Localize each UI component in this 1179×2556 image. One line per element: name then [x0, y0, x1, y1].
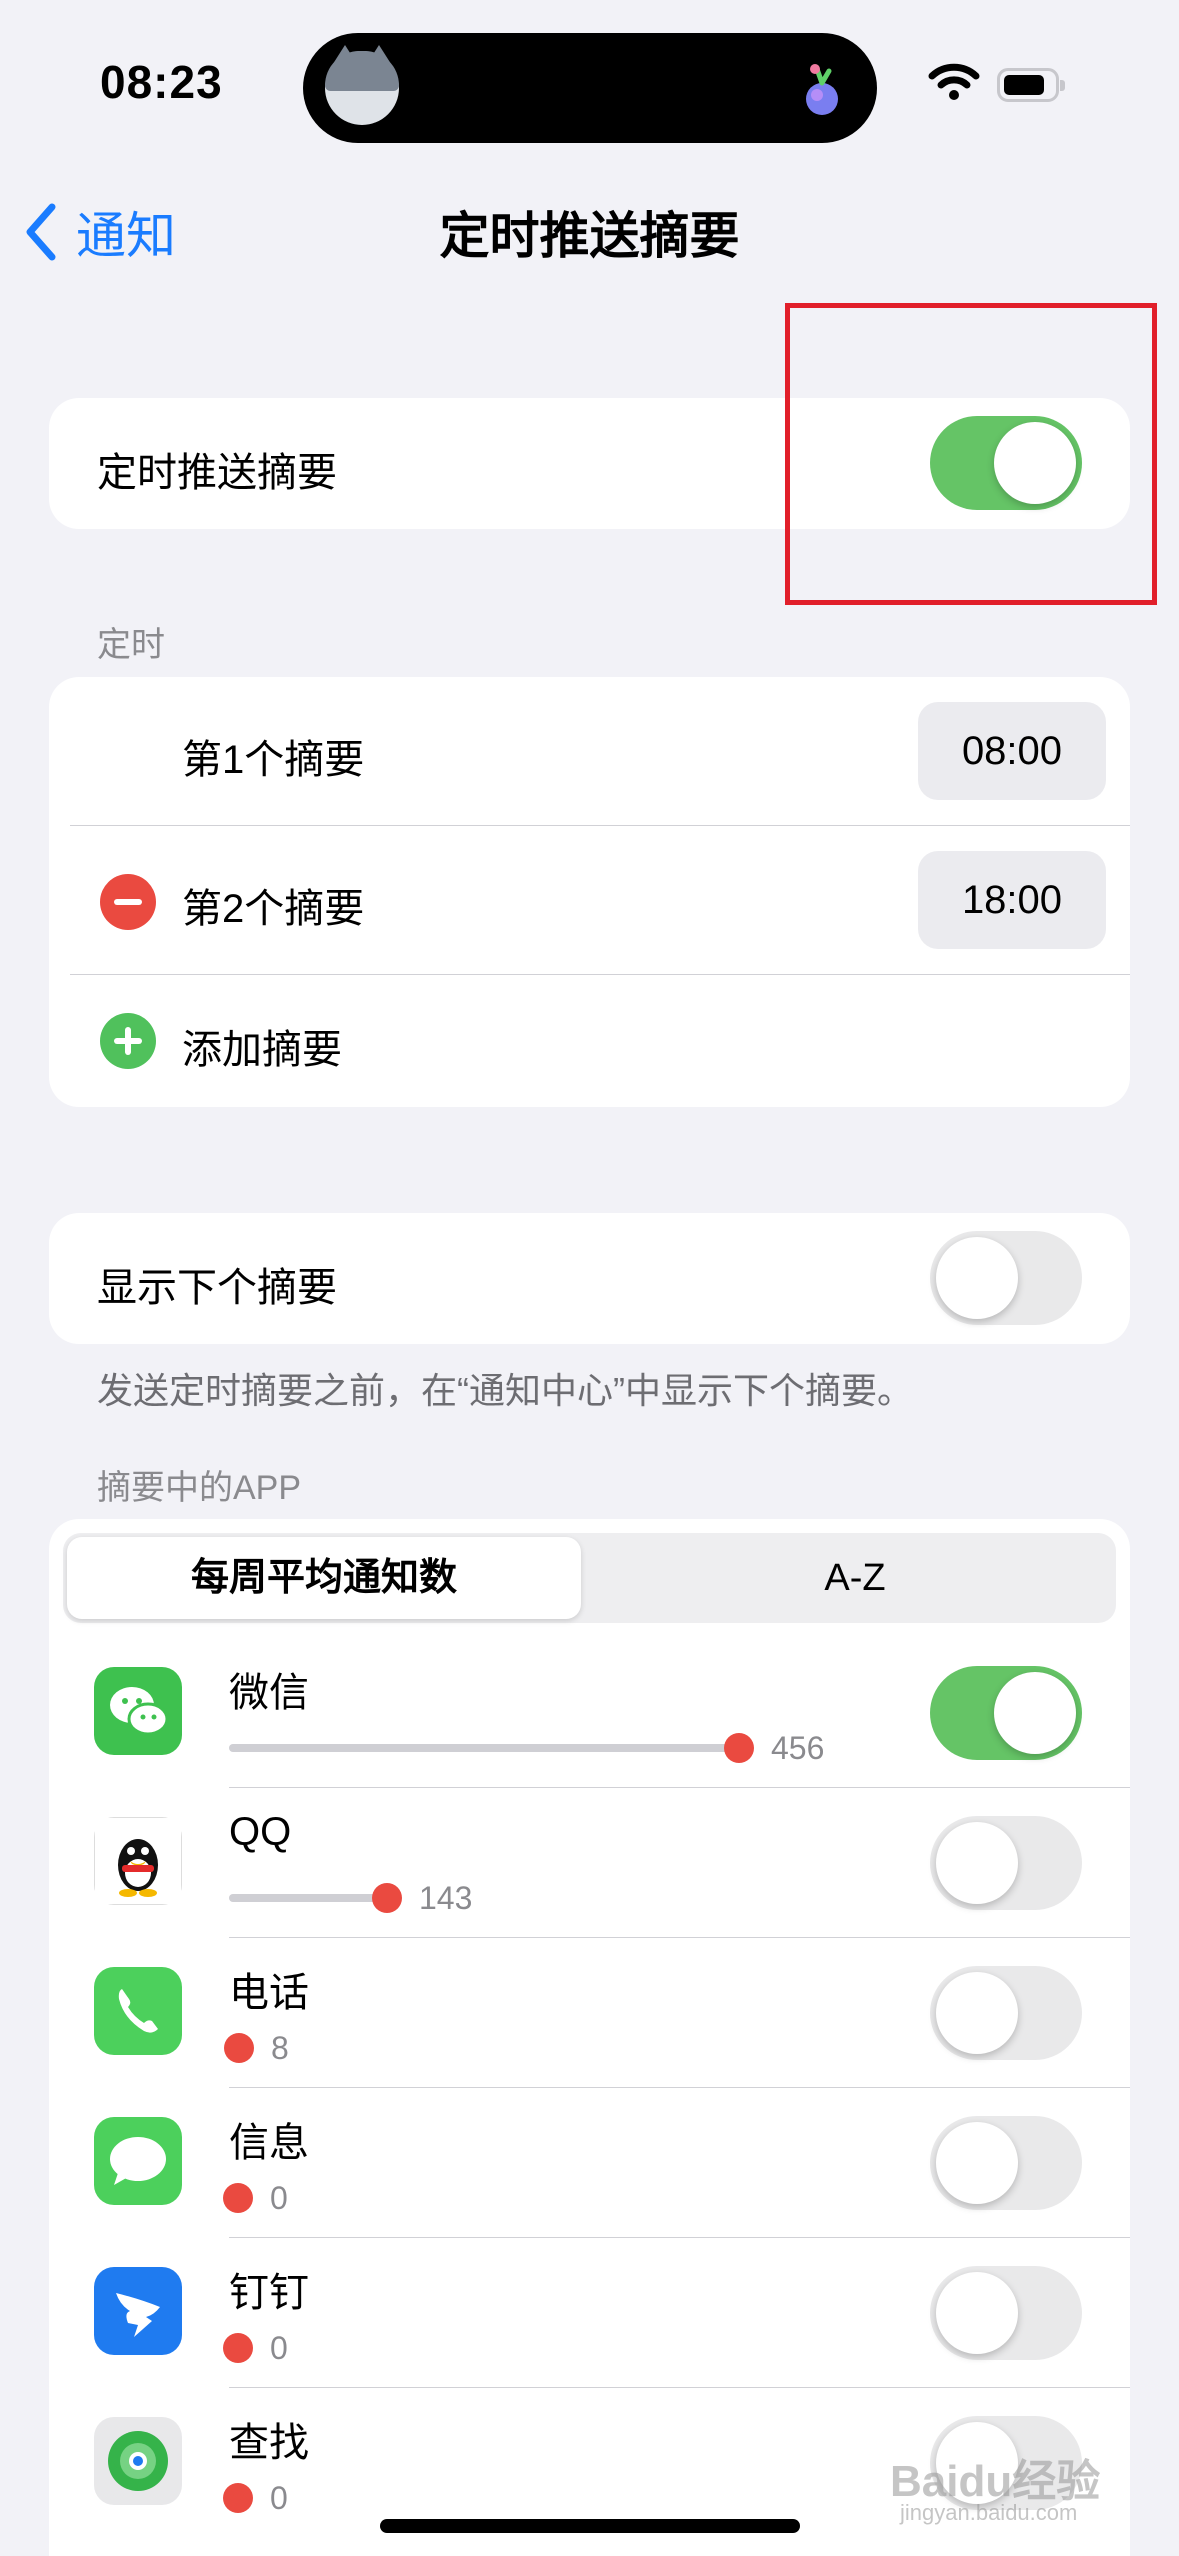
summary-1-time-button[interactable]: 08:00 [918, 702, 1106, 800]
add-summary-label: 添加摘要 [182, 1028, 342, 1072]
app-name: 微信 [229, 1671, 309, 1715]
app-name: 电话 [229, 1971, 309, 2015]
app-row: 电话 8 [49, 1938, 1130, 2088]
dingtalk-icon [94, 2267, 182, 2355]
home-indicator [380, 2519, 800, 2533]
segment-weekly-average[interactable]: 每周平均通知数 [67, 1537, 581, 1619]
phone-icon [94, 1967, 182, 2055]
notification-count-dot [372, 1883, 402, 1913]
next-summary-footnote: 发送定时摘要之前，在“通知中心”中显示下个摘要。 [97, 1370, 913, 1411]
sort-segmented-control: 每周平均通知数 A-Z [63, 1533, 1116, 1623]
app-name: QQ [229, 1810, 292, 1854]
page-title: 定时推送摘要 [439, 208, 740, 264]
battery-icon [997, 68, 1065, 102]
notification-count-bar [229, 1744, 739, 1752]
segment-a-z[interactable]: A-Z [598, 1537, 1112, 1619]
app-row: 微信 456 [49, 1638, 1130, 1788]
app-summary-toggle[interactable] [930, 1966, 1082, 2060]
notification-count-dot [724, 1733, 754, 1763]
wifi-icon [928, 63, 980, 100]
apps-group: 每周平均通知数 A-Z 微信 456 QQ 143 电话 8 信息 0 钉钉 0 查找 0 [49, 1519, 1130, 2556]
schedule-section-header: 定时 [97, 626, 165, 664]
status-time: 08:23 [100, 56, 223, 108]
watermark-url: jingyan.baidu.com [900, 2500, 1078, 2525]
summary-1-label: 第1个摘要 [182, 738, 365, 782]
cat-avatar-icon [325, 45, 399, 125]
add-summary-row[interactable]: 添加摘要 [49, 975, 1130, 1107]
notification-count-value: 0 [270, 2180, 288, 2216]
dynamic-island [303, 33, 877, 143]
summary-2-time-button[interactable]: 18:00 [918, 851, 1106, 949]
app-summary-toggle[interactable] [930, 2266, 1082, 2360]
notification-count-dot [223, 2483, 253, 2513]
back-label: 通知 [76, 208, 176, 264]
notification-count-dot [224, 2033, 254, 2063]
chevron-left-icon [26, 203, 56, 261]
notification-count-value: 0 [270, 2330, 288, 2366]
notification-count-value: 143 [419, 1880, 473, 1916]
app-row: 信息 0 [49, 2088, 1130, 2238]
back-button[interactable]: 通知 [24, 196, 176, 268]
remove-summary-2-button[interactable] [100, 874, 156, 930]
app-summary-toggle[interactable] [930, 2116, 1082, 2210]
summary-row-2: 第2个摘要 18:00 [49, 826, 1130, 974]
notification-count-dot [223, 2183, 253, 2213]
app-row: QQ 143 [49, 1788, 1130, 1938]
next-summary-label: 显示下个摘要 [97, 1266, 337, 1310]
app-name: 查找 [229, 2421, 309, 2465]
planet-icon [806, 64, 838, 115]
notification-count-value: 8 [271, 2030, 289, 2066]
schedule-group: 第1个摘要 08:00 第2个摘要 18:00 添加摘要 [49, 677, 1130, 1107]
summary-2-label: 第2个摘要 [182, 887, 365, 931]
app-summary-toggle[interactable] [930, 1816, 1082, 1910]
messages-icon [94, 2117, 182, 2205]
app-name: 钉钉 [229, 2271, 309, 2315]
apps-section-header: 摘要中的APP [97, 1469, 302, 1507]
wechat-icon [94, 1667, 182, 1755]
app-row: 钉钉 0 [49, 2238, 1130, 2388]
add-summary-icon [100, 1013, 156, 1069]
next-summary-toggle[interactable] [930, 1231, 1082, 1325]
annotation-highlight-box [785, 303, 1157, 605]
notification-count-bar [229, 1894, 387, 1902]
notification-count-value: 456 [771, 1730, 825, 1766]
qq-icon [94, 1817, 182, 1905]
app-name: 信息 [229, 2121, 309, 2165]
findmy-icon [94, 2417, 182, 2505]
notification-count-dot [223, 2333, 253, 2363]
scheduled-summary-label: 定时推送摘要 [97, 451, 337, 495]
notification-count-value: 0 [270, 2480, 288, 2516]
app-summary-toggle[interactable] [930, 1666, 1082, 1760]
summary-row-1: 第1个摘要 08:00 [49, 677, 1130, 825]
next-summary-group: 显示下个摘要 [49, 1213, 1130, 1344]
